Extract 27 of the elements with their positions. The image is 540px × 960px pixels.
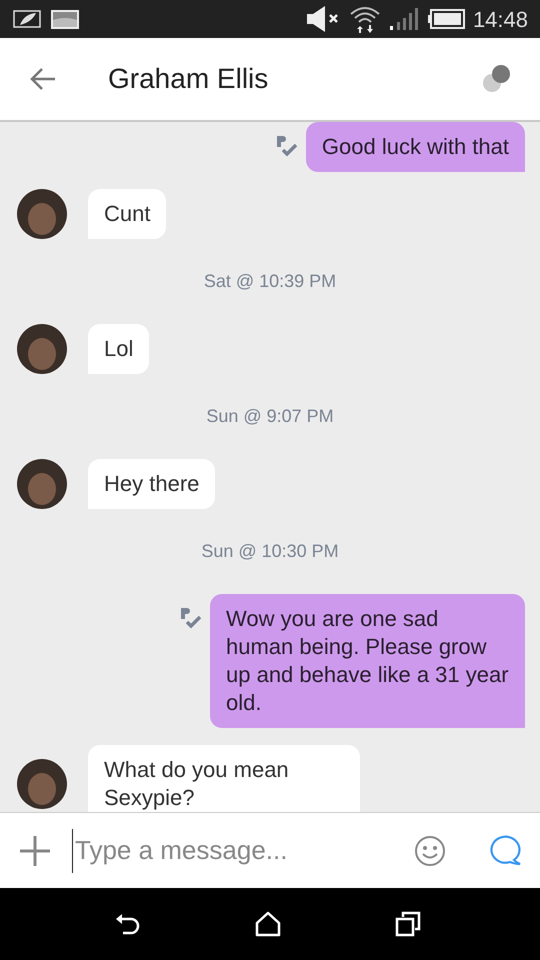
- incoming-message: What do you mean Sexypie?: [88, 745, 360, 812]
- timestamp: Sun @ 10:30 PM: [201, 540, 339, 563]
- send-button[interactable]: [488, 834, 522, 868]
- avatar: [17, 324, 67, 374]
- incoming-message: Hey there: [88, 459, 216, 509]
- emoji-button[interactable]: [414, 834, 446, 866]
- incoming-message: Cunt: [88, 189, 166, 239]
- read-receipt-icon: [276, 134, 298, 158]
- image-icon: [50, 8, 80, 30]
- muted-speaker-icon: [304, 5, 341, 33]
- outgoing-message: Good luck with that: [306, 122, 525, 172]
- incoming-message: Lol: [88, 324, 150, 374]
- avatar: [17, 459, 67, 509]
- wifi-icon: [348, 4, 381, 34]
- battery-icon: [426, 8, 465, 30]
- clock: 14:48: [472, 6, 528, 34]
- add-button[interactable]: [18, 834, 52, 868]
- avatar: [17, 189, 67, 239]
- signal-icon: [388, 7, 419, 31]
- battery-saver-icon: [12, 8, 42, 30]
- timestamp: Sun @ 9:07 PM: [206, 405, 334, 428]
- contact-status-icon: [482, 64, 512, 94]
- timestamp: Sat @ 10:39 PM: [204, 270, 336, 293]
- outgoing-message: Wow you are one sad human being. Please grow up and behave like a 31 year old.: [210, 594, 525, 728]
- avatar: [17, 759, 67, 809]
- read-receipt-icon: [180, 606, 202, 630]
- contact-name: Graham Ellis: [108, 62, 270, 96]
